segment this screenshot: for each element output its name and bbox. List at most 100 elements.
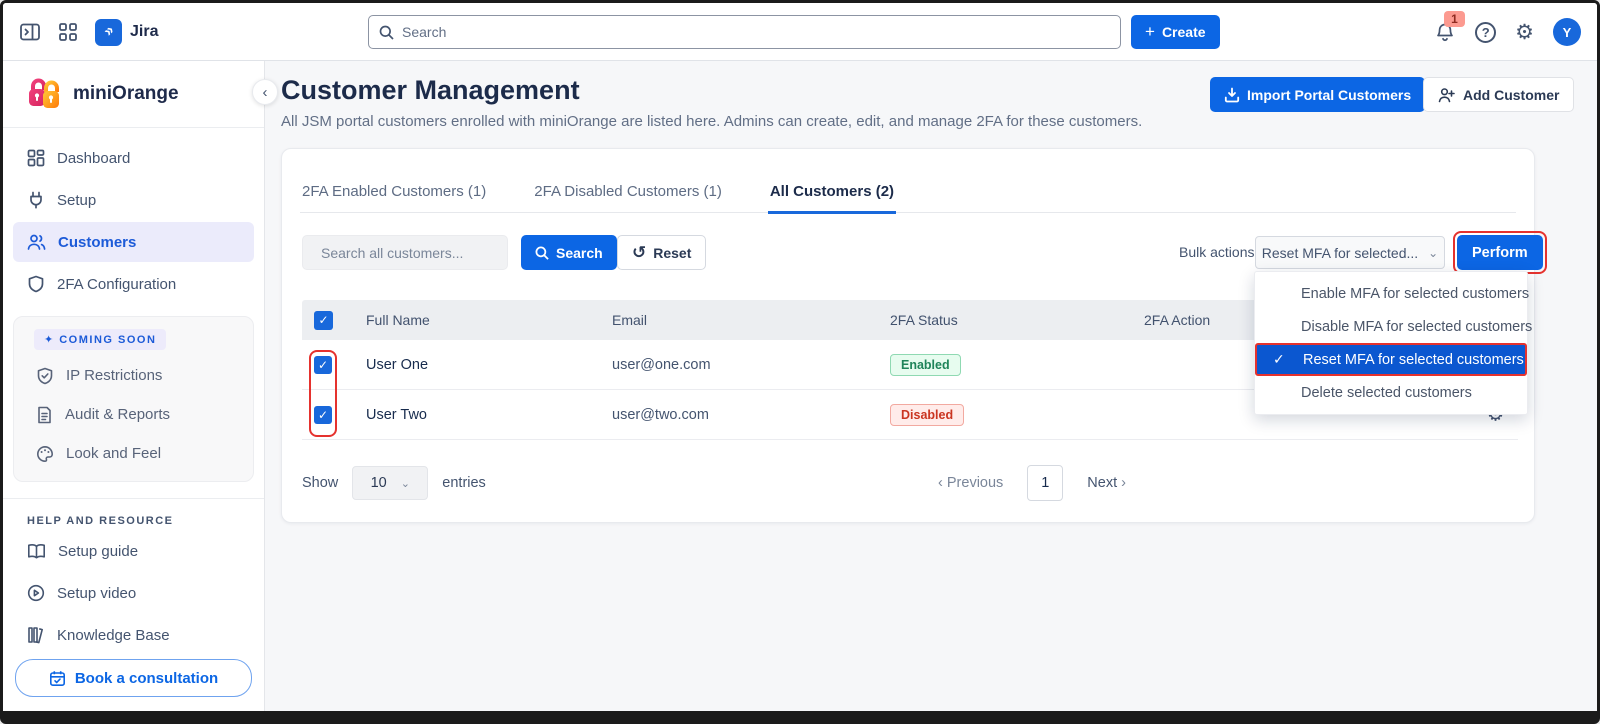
show-label: Show	[302, 475, 339, 491]
global-search-box[interactable]	[368, 15, 1121, 49]
coming-soon-badge: ✦ COMING SOON	[34, 329, 167, 350]
jira-home-link[interactable]: » Jira	[95, 18, 158, 46]
sidebar-collapse-button[interactable]: ‹	[252, 79, 278, 105]
sidebar-item-label: IP Restrictions	[66, 367, 163, 384]
reset-button[interactable]: ↺ Reset	[617, 235, 707, 270]
sidebar-item-setup[interactable]: Setup	[13, 180, 254, 220]
app-window: » Jira + Create 1 ? ⚙ Y	[0, 0, 1600, 724]
sidebar-item-label: Look and Feel	[66, 445, 162, 462]
shield-icon	[28, 275, 44, 293]
settings-gear-icon[interactable]: ⚙	[1515, 22, 1534, 43]
toggle-knob	[1146, 416, 1165, 436]
row-checkbox[interactable]: ✓	[314, 355, 332, 374]
customer-search-input[interactable]	[321, 244, 502, 261]
notifications-button[interactable]: 1	[1434, 11, 1465, 43]
app-switcher-icon[interactable]	[57, 21, 79, 43]
pagination-row: Show 10 ⌄ entries ‹ Previous 1 Next ›	[302, 465, 1516, 501]
sidebar-item-setup-guide[interactable]: Setup guide	[13, 531, 254, 571]
column-header-full-name: Full Name	[366, 312, 430, 328]
next-page-button[interactable]: Next ›	[1087, 475, 1126, 491]
play-circle-icon	[27, 584, 45, 602]
bulk-actions-menu: Enable MFA for selected customers Disabl…	[1254, 271, 1532, 415]
sidebar-toggle-icon[interactable]	[19, 21, 41, 43]
calendar-icon	[49, 670, 65, 686]
entries-label: entries	[442, 475, 486, 491]
toggle-knob	[1123, 366, 1142, 386]
sidebar-item-ip-restrictions[interactable]: IP Restrictions	[14, 356, 253, 395]
help-icon[interactable]: ?	[1475, 21, 1497, 43]
sidebar-item-label: Setup guide	[58, 542, 139, 560]
divider	[3, 498, 264, 499]
check-icon: ✓	[1151, 358, 1161, 371]
sidebar-item-label: Audit & Reports	[65, 406, 171, 423]
plus-icon: +	[1145, 22, 1155, 41]
table-controls-row: Search ↺ Reset Bulk actions: Reset MFA f…	[282, 231, 1547, 274]
sidebar-item-2fa-configuration[interactable]: 2FA Configuration	[13, 264, 254, 304]
bulk-actions-label: Bulk actions:	[1179, 244, 1259, 260]
page-subtitle: All JSM portal customers enrolled with m…	[281, 113, 1143, 130]
chevron-down-icon: ⌄	[1428, 245, 1439, 260]
help-section-title: HELP AND RESOURCE	[27, 515, 174, 527]
chevron-down-icon: ⌄	[400, 477, 410, 490]
customer-email: user@two.com	[612, 406, 709, 423]
sidebar-item-look-and-feel[interactable]: Look and Feel	[14, 434, 253, 473]
brand-name: miniOrange	[73, 83, 179, 104]
page-number-button[interactable]: 1	[1027, 465, 1064, 501]
menu-item-disable-mfa[interactable]: Disable MFA for selected customers	[1255, 310, 1532, 343]
global-search-input[interactable]	[402, 24, 1110, 40]
top-navigation-bar: » Jira + Create 1 ? ⚙ Y	[3, 3, 1597, 61]
status-badge: Enabled	[890, 353, 961, 376]
customer-email: user@one.com	[612, 356, 711, 373]
user-avatar[interactable]: Y	[1553, 18, 1581, 46]
customer-search-box[interactable]	[302, 235, 508, 270]
notification-badge: 1	[1444, 11, 1465, 27]
tab-2fa-enabled-customers[interactable]: 2FA Enabled Customers (1)	[300, 177, 488, 212]
shield-check-icon	[37, 367, 53, 384]
import-portal-customers-button[interactable]: Import Portal Customers	[1210, 77, 1426, 112]
book-open-icon	[28, 543, 45, 558]
sidebar-item-knowledge-base[interactable]: Knowledge Base	[13, 615, 254, 655]
sidebar-item-label: Dashboard	[57, 149, 131, 167]
sidebar-item-label: 2FA Configuration	[57, 275, 177, 293]
coming-soon-card: ✦ COMING SOON IP Restrictions Audit & Re…	[13, 316, 254, 482]
tab-2fa-disabled-customers[interactable]: 2FA Disabled Customers (1)	[532, 177, 724, 212]
menu-item-enable-mfa[interactable]: Enable MFA for selected customers	[1255, 277, 1529, 310]
import-icon	[1224, 87, 1240, 102]
sidebar-item-setup-video[interactable]: Setup video	[13, 573, 254, 613]
status-badge: Disabled	[890, 403, 965, 426]
column-header-email: Email	[612, 312, 648, 328]
add-customer-button[interactable]: Add Customer	[1423, 77, 1575, 112]
jira-logo-icon: »	[95, 18, 122, 46]
column-header-2fa-status: 2FA Status	[890, 312, 958, 328]
perform-button[interactable]: Perform	[1457, 235, 1543, 270]
sidebar-item-label: Knowledge Base	[57, 626, 170, 644]
page-title: Customer Management	[281, 75, 580, 105]
bulk-actions-dropdown[interactable]: Reset MFA for selected... ⌄	[1255, 236, 1445, 269]
reset-icon: ↺	[632, 243, 647, 262]
page-size-select[interactable]: 10 ⌄	[352, 466, 429, 500]
sidebar-item-customers[interactable]: Customers	[13, 222, 254, 262]
tab-bar: 2FA Enabled Customers (1) 2FA Disabled C…	[300, 177, 1516, 214]
sparkle-icon: ✦	[44, 334, 54, 346]
document-icon	[38, 406, 51, 423]
search-button[interactable]: Search	[521, 235, 617, 270]
sidebar: miniOrange Dashboard Setup Customers 2FA…	[3, 61, 265, 711]
books-icon	[28, 627, 43, 644]
book-consultation-button[interactable]: Book a consultation	[15, 659, 252, 697]
tab-all-customers[interactable]: All Customers (2)	[767, 177, 897, 214]
sidebar-item-label: Setup video	[57, 584, 137, 602]
previous-page-button[interactable]: ‹ Previous	[938, 475, 1003, 491]
sidebar-item-dashboard[interactable]: Dashboard	[13, 138, 254, 178]
row-checkbox[interactable]: ✓	[314, 405, 332, 424]
menu-item-reset-mfa[interactable]: ✓ Reset MFA for selected customers	[1255, 343, 1527, 376]
sidebar-item-label: Setup	[57, 191, 97, 209]
create-button[interactable]: + Create	[1131, 15, 1220, 49]
chevron-right-icon: ›	[1121, 475, 1126, 491]
chevron-left-icon: ‹	[938, 475, 943, 491]
sidebar-item-audit-reports[interactable]: Audit & Reports	[14, 395, 253, 434]
add-user-icon	[1438, 87, 1455, 102]
select-all-checkbox[interactable]: ✓	[314, 310, 333, 330]
menu-item-delete-customers[interactable]: Delete selected customers	[1255, 376, 1527, 409]
dashboard-icon	[27, 149, 45, 167]
x-icon: ✕	[1127, 408, 1137, 421]
